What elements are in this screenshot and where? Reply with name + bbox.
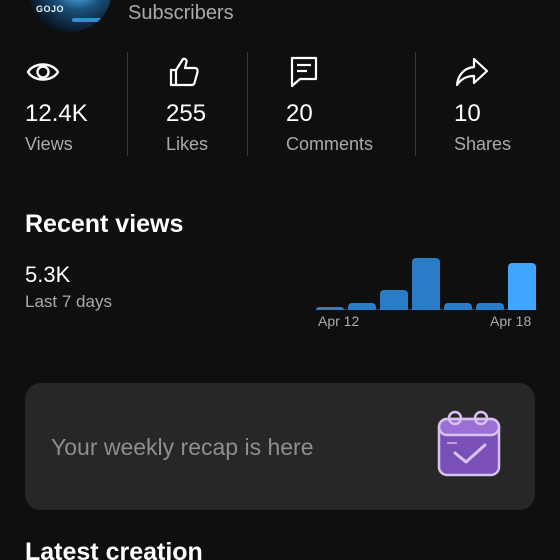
likes-value: 255: [166, 100, 207, 127]
comments-label: Comments: [286, 134, 374, 154]
analytics-page: GOJO Subscribers 12.4K Views 255 Likes 2…: [0, 0, 560, 560]
recent-views-period: Last 7 days: [25, 292, 112, 311]
recap-text: Your weekly recap is here: [51, 434, 314, 460]
stat-divider: [415, 52, 416, 156]
stat-divider: [127, 52, 128, 156]
eye-icon: [25, 54, 61, 90]
share-icon: [454, 54, 490, 90]
avatar-logo-bar: [72, 18, 102, 22]
chart-bar[interactable]: [444, 303, 472, 310]
comments-value: 20: [286, 100, 313, 127]
views-label: Views: [25, 134, 73, 154]
comment-icon: [286, 54, 322, 90]
chart-bar[interactable]: [380, 290, 408, 310]
chart-end-label: Apr 18: [490, 313, 532, 329]
likes-label: Likes: [166, 134, 209, 154]
subscribers-label: Subscribers: [128, 2, 234, 24]
stat-divider: [247, 52, 248, 156]
shares-value: 10: [454, 100, 481, 127]
recent-views-title: Recent views: [25, 210, 184, 238]
chart-bar[interactable]: [348, 303, 376, 310]
chart-bar[interactable]: [508, 263, 536, 310]
latest-creation-title: Latest creation: [25, 538, 203, 560]
chart-start-label: Apr 12: [318, 313, 360, 329]
chart-bar[interactable]: [412, 258, 440, 310]
avatar-logo-text: GOJO: [36, 4, 65, 14]
stats-row: 12.4K Views 255 Likes 20 Comments 10 Sha…: [0, 50, 560, 160]
channel-avatar[interactable]: GOJO: [28, 0, 112, 32]
recent-views-value: 5.3K: [25, 262, 71, 287]
views-value: 12.4K: [25, 100, 88, 127]
recent-views-chart[interactable]: [316, 254, 536, 310]
chart-bar[interactable]: [476, 303, 504, 310]
shares-label: Shares: [454, 134, 512, 154]
chart-bar[interactable]: [316, 307, 344, 310]
calendar-check-icon: [435, 409, 509, 481]
weekly-recap-card[interactable]: Your weekly recap is here: [25, 383, 535, 510]
thumbs-up-icon: [166, 54, 202, 90]
